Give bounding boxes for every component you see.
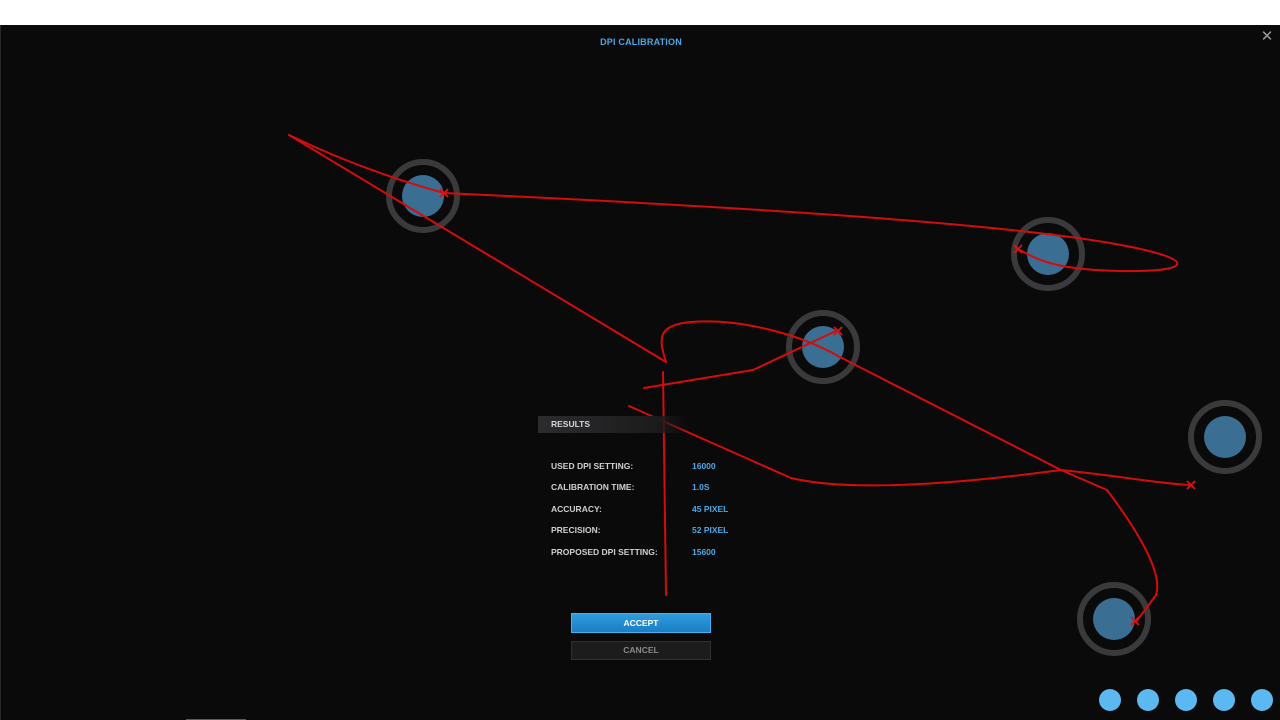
calibration-window: DPI CALIBRATION ✕ RESULTS USED DPI SETTI… bbox=[0, 25, 1280, 720]
accept-button[interactable]: ACCEPT bbox=[571, 613, 711, 633]
cancel-button[interactable]: CANCEL bbox=[571, 641, 711, 660]
target-2 bbox=[1011, 217, 1085, 291]
results-header: RESULTS bbox=[538, 416, 688, 433]
result-value: 45 PIXEL bbox=[692, 504, 729, 514]
page-dot-2[interactable] bbox=[1137, 689, 1159, 711]
result-label: ACCURACY: bbox=[551, 504, 602, 514]
result-value: 16000 bbox=[692, 461, 716, 471]
result-value: 1.0S bbox=[692, 482, 710, 492]
result-label: USED DPI SETTING: bbox=[551, 461, 634, 471]
page-dot-1[interactable] bbox=[1099, 689, 1121, 711]
page-dot-5[interactable] bbox=[1251, 689, 1273, 711]
result-label: CALIBRATION TIME: bbox=[551, 482, 635, 492]
result-label: PROPOSED DPI SETTING: bbox=[551, 547, 658, 557]
page-dot-4[interactable] bbox=[1213, 689, 1235, 711]
target-4 bbox=[1188, 400, 1262, 474]
top-white-bar bbox=[0, 0, 1280, 25]
target-3 bbox=[786, 310, 860, 384]
result-value: 52 PIXEL bbox=[692, 525, 729, 535]
result-value: 15600 bbox=[692, 547, 716, 557]
result-label: PRECISION: bbox=[551, 525, 601, 535]
page-dot-3[interactable] bbox=[1175, 689, 1197, 711]
